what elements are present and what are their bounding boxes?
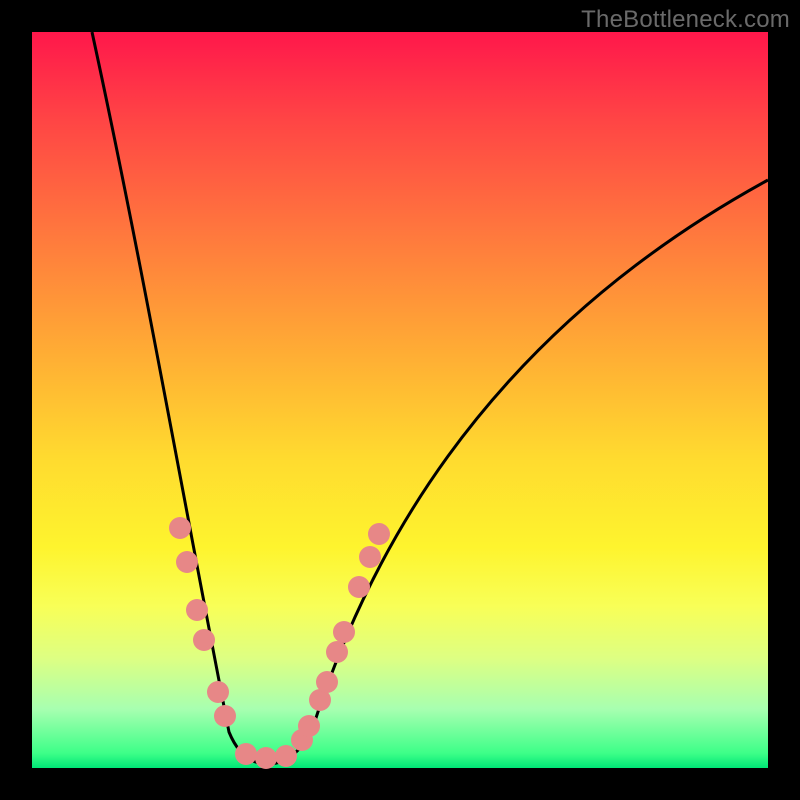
floor-bead-1 [235,743,257,765]
left-bead-6 [214,705,236,727]
right-bead-7 [348,576,370,598]
curve-beads [32,32,768,768]
left-bead-5 [207,681,229,703]
left-bead-2 [176,551,198,573]
left-bead-4 [193,629,215,651]
right-bead-5 [326,641,348,663]
floor-bead-2 [255,747,277,769]
right-bead-4 [316,671,338,693]
left-bead-1 [169,517,191,539]
chart-frame [32,32,768,768]
right-bead-2 [298,715,320,737]
right-bead-8 [359,546,381,568]
right-bead-9 [368,523,390,545]
right-bead-6 [333,621,355,643]
floor-bead-3 [275,745,297,767]
site-watermark: TheBottleneck.com [581,6,790,34]
left-bead-3 [186,599,208,621]
